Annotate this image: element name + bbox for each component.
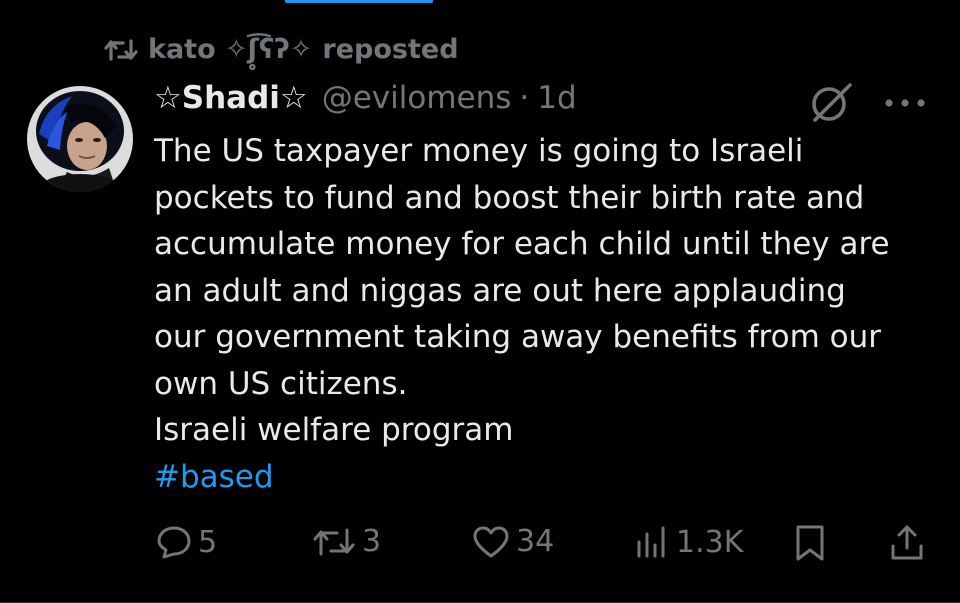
bookmark-icon [794, 524, 826, 562]
tweet-line: pockets to fund and boost their birth ra… [154, 179, 865, 216]
tweet-line: Israeli welfare program [154, 412, 514, 448]
repost-count: 3 [362, 524, 382, 559]
grok-icon[interactable] [808, 80, 854, 126]
tweet-line: an adult and niggas are out here applaud… [154, 272, 846, 309]
reply-count: 5 [198, 524, 218, 560]
active-tab-indicator [285, 0, 433, 3]
reposted-label: reposted [322, 34, 459, 65]
repost-icon [104, 37, 138, 63]
tweet-header: ☆Shadi☆ @evilomens · 1d [154, 80, 577, 116]
avatar[interactable] [27, 86, 133, 192]
hashtag-link[interactable]: #based [154, 454, 944, 501]
reply-icon [156, 524, 192, 560]
post-time[interactable]: 1d [537, 80, 576, 116]
heart-icon [472, 525, 510, 559]
views-icon [634, 524, 670, 560]
share-icon [888, 524, 926, 562]
repost-button[interactable]: 3 [312, 524, 381, 559]
share-button[interactable] [888, 524, 926, 562]
separator-dot: · [519, 80, 530, 116]
tweet-line: accumulate money for each child until th… [154, 226, 890, 262]
more-icon[interactable] [882, 92, 928, 114]
tweet-line: our government taking away benefits from… [154, 319, 882, 355]
reply-button[interactable]: 5 [156, 524, 217, 560]
author-display-name[interactable]: ☆Shadi☆ [154, 80, 308, 116]
reposter-name[interactable]: kato ✧ʃ̥̥̥̥͡ʕʔ✧ [148, 34, 312, 65]
tweet-text: The US taxpayer money is going to Israel… [154, 128, 944, 500]
bookmark-button[interactable] [794, 524, 826, 562]
author-handle[interactable]: @evilomens [322, 80, 512, 116]
views-count: 1.3K [676, 524, 744, 560]
tweet-line: own US citizens. [154, 365, 408, 402]
repost-context[interactable]: kato ✧ʃ̥̥̥̥͡ʕʔ✧ reposted [104, 34, 459, 65]
repost-icon [312, 525, 356, 559]
views-button[interactable]: 1.3K [634, 524, 743, 560]
like-count: 34 [516, 524, 555, 559]
like-button[interactable]: 34 [472, 524, 554, 559]
tweet-line: The US taxpayer money is going to Israel… [154, 133, 804, 169]
